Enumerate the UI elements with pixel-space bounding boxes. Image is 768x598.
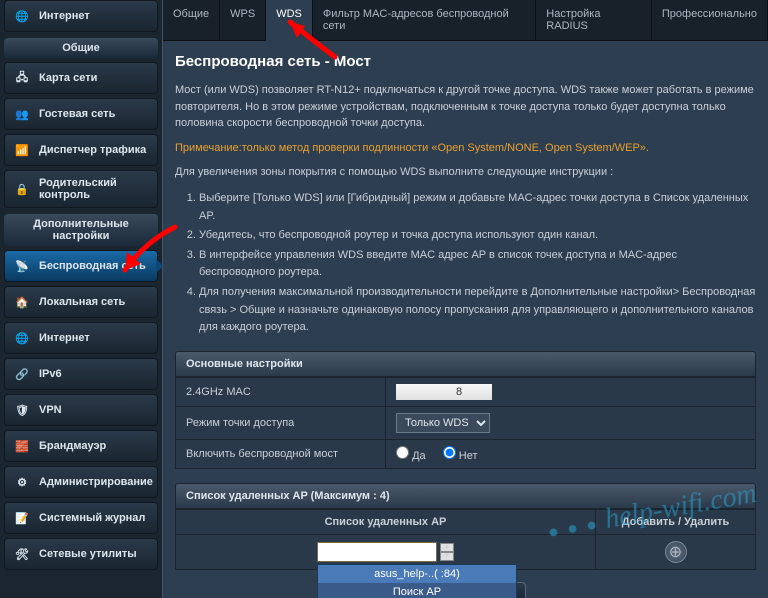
vpn-icon: 🛡 <box>13 401 31 419</box>
sidebar-item-label: Диспетчер трафика <box>39 144 146 156</box>
aplist-head: Список удаленных AP (Максимум : 4) <box>175 483 756 509</box>
tab-bar: Общие WPS WDS Фильтр MAC-адресов беспров… <box>163 0 768 41</box>
admin-icon: ⚙ <box>13 473 31 491</box>
sidebar-item-ipv6[interactable]: 🔗 IPv6 <box>4 358 158 390</box>
sidebar-group-advanced: Дополнительные настройки <box>4 214 158 246</box>
sidebar-item-label: Гостевая сеть <box>39 108 115 120</box>
add-ap-button[interactable]: ⊕ <box>665 541 687 563</box>
firewall-icon: 🧱 <box>13 437 31 455</box>
page-note: Примечание:только метод проверки подлинн… <box>175 142 756 154</box>
lan-icon: 🏠 <box>13 293 31 311</box>
instruction-step: Убедитесь, что беспроводной роутер и точ… <box>199 227 756 245</box>
sidebar: 🌐 Интернет Общие 🖧 Карта сети 👥 Гостевая… <box>0 0 162 598</box>
sidebar-item-lan[interactable]: 🏠 Локальная сеть <box>4 286 158 318</box>
mac-value: 8 <box>396 384 492 400</box>
sidebar-item-network-map[interactable]: 🖧 Карта сети <box>4 62 158 94</box>
sidebar-internet-status[interactable]: 🌐 Интернет <box>4 0 158 32</box>
spin-down[interactable]: ▼ <box>440 552 454 561</box>
aplist-col2: Добавить / Удалить <box>596 509 756 534</box>
sidebar-item-internet[interactable]: 🌐 Интернет <box>4 322 158 354</box>
sidebar-item-vpn[interactable]: 🛡 VPN <box>4 394 158 426</box>
tab-wds[interactable]: WDS <box>266 0 313 41</box>
sidebar-item-label: IPv6 <box>39 368 62 380</box>
ipv6-icon: 🔗 <box>13 365 31 383</box>
sidebar-item-traffic[interactable]: 📶 Диспетчер трафика <box>4 134 158 166</box>
tab-mac-filter[interactable]: Фильтр MAC-адресов беспроводной сети <box>313 0 536 40</box>
globe-icon: 🌐 <box>13 329 31 347</box>
tools-icon: 🛠 <box>13 545 31 563</box>
traffic-icon: 📶 <box>13 141 31 159</box>
spin-up[interactable]: ▲ <box>440 543 454 552</box>
network-map-icon: 🖧 <box>13 69 31 87</box>
instructions-list: Выберите [Только WDS] или [Гибридный] ре… <box>199 190 756 337</box>
main-panel: Общие WPS WDS Фильтр MAC-адресов беспров… <box>162 0 768 598</box>
sidebar-item-wireless[interactable]: 📡 Беспроводная сеть <box>4 250 158 282</box>
ap-mac-input[interactable] <box>317 542 437 562</box>
page-lead: Для увеличения зоны покрытия с помощью W… <box>175 164 756 181</box>
sidebar-item-label: Беспроводная сеть <box>39 260 146 272</box>
sidebar-item-label: Системный журнал <box>39 512 145 524</box>
globe-icon: 🌐 <box>13 7 31 25</box>
tab-general[interactable]: Общие <box>163 0 220 40</box>
instruction-step: В интерфейсе управления WDS введите MAC … <box>199 247 756 282</box>
page-desc: Мост (или WDS) позволяет RT-N12+ подключ… <box>175 82 756 132</box>
sidebar-item-guest-network[interactable]: 👥 Гостевая сеть <box>4 98 158 130</box>
wifi-icon: 📡 <box>13 257 31 275</box>
tab-professional[interactable]: Профессионально <box>652 0 768 40</box>
ap-list-table: Список удаленных AP Добавить / Удалить ▲… <box>175 509 756 570</box>
sidebar-item-label: Интернет <box>39 332 90 344</box>
bridge-label: Включить беспроводной мост <box>176 439 386 468</box>
settings-table: 2.4GHz MAC 8 Режим точки доступа Только … <box>175 377 756 469</box>
ap-dropdown-item[interactable]: Поиск AP <box>318 583 516 598</box>
lock-icon: 🔒 <box>13 180 31 198</box>
sidebar-item-label: VPN <box>39 404 62 416</box>
sidebar-item-firewall[interactable]: 🧱 Брандмауэр <box>4 430 158 462</box>
ap-dropdown-item[interactable]: asus_help-..( :84) <box>318 565 516 583</box>
bridge-yes[interactable]: Да <box>396 450 426 462</box>
sidebar-item-label: Родительский контроль <box>39 177 149 201</box>
log-icon: 📝 <box>13 509 31 527</box>
sidebar-group-general: Общие <box>4 38 158 58</box>
guest-network-icon: 👥 <box>13 105 31 123</box>
sidebar-item-label: Администрирование <box>39 476 153 488</box>
instruction-step: Выберите [Только WDS] или [Гибридный] ре… <box>199 190 756 225</box>
page-title: Беспроводная сеть - Мост <box>175 53 756 70</box>
sidebar-item-label: Карта сети <box>39 72 97 84</box>
ap-mode-select[interactable]: Только WDS <box>396 413 490 433</box>
tab-wps[interactable]: WPS <box>220 0 266 40</box>
sidebar-item-label: Локальная сеть <box>39 296 125 308</box>
tab-radius[interactable]: Настройка RADIUS <box>536 0 652 40</box>
aplist-col1: Список удаленных AP <box>176 509 596 534</box>
sidebar-item-admin[interactable]: ⚙ Администрирование <box>4 466 158 498</box>
sidebar-item-label: Интернет <box>39 10 90 22</box>
sidebar-item-label: Сетевые утилиты <box>39 548 137 560</box>
ap-dropdown: asus_help-..( :84) Поиск AP <box>317 564 517 598</box>
instruction-step: Для получения максимальной производитель… <box>199 284 756 337</box>
bridge-no[interactable]: Нет <box>443 450 478 462</box>
ap-mode-label: Режим точки доступа <box>176 406 386 439</box>
sidebar-item-log[interactable]: 📝 Системный журнал <box>4 502 158 534</box>
mac-label: 2.4GHz MAC <box>176 377 386 406</box>
sidebar-item-parental[interactable]: 🔒 Родительский контроль <box>4 170 158 208</box>
sidebar-item-label: Брандмауэр <box>39 440 106 452</box>
basic-settings-head: Основные настройки <box>175 351 756 377</box>
sidebar-item-tools[interactable]: 🛠 Сетевые утилиты <box>4 538 158 570</box>
